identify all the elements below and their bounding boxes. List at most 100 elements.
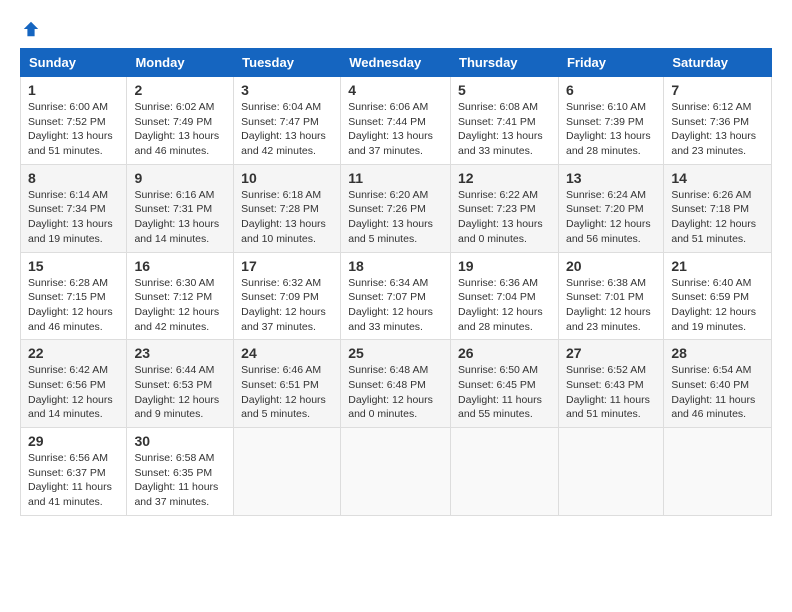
sunrise-label: Sunrise: 6:00 AM (28, 101, 108, 113)
sunset-label: Sunset: 6:45 PM (458, 379, 536, 391)
day-number: 18 (348, 258, 443, 274)
calendar-body: 1 Sunrise: 6:00 AM Sunset: 7:52 PM Dayli… (21, 77, 772, 516)
sunset-label: Sunset: 7:41 PM (458, 116, 536, 128)
calendar-cell: 22 Sunrise: 6:42 AM Sunset: 6:56 PM Dayl… (21, 340, 127, 428)
calendar-cell (451, 428, 559, 516)
logo (20, 20, 40, 38)
column-header-tuesday: Tuesday (234, 49, 341, 77)
sunset-label: Sunset: 7:31 PM (134, 203, 212, 215)
day-info: Sunrise: 6:30 AM Sunset: 7:12 PM Dayligh… (134, 276, 226, 335)
daylight-label: Daylight: 13 hours and 0 minutes. (458, 218, 543, 245)
sunrise-label: Sunrise: 6:02 AM (134, 101, 214, 113)
day-info: Sunrise: 6:50 AM Sunset: 6:45 PM Dayligh… (458, 363, 551, 422)
calendar-cell (558, 428, 663, 516)
day-number: 23 (134, 345, 226, 361)
daylight-label: Daylight: 13 hours and 28 minutes. (566, 130, 651, 157)
calendar-cell: 23 Sunrise: 6:44 AM Sunset: 6:53 PM Dayl… (127, 340, 234, 428)
day-info: Sunrise: 6:54 AM Sunset: 6:40 PM Dayligh… (671, 363, 764, 422)
sunset-label: Sunset: 7:34 PM (28, 203, 106, 215)
sunrise-label: Sunrise: 6:16 AM (134, 189, 214, 201)
column-header-sunday: Sunday (21, 49, 127, 77)
week-row-3: 15 Sunrise: 6:28 AM Sunset: 7:15 PM Dayl… (21, 252, 772, 340)
calendar-cell: 6 Sunrise: 6:10 AM Sunset: 7:39 PM Dayli… (558, 77, 663, 165)
sunset-label: Sunset: 6:40 PM (671, 379, 749, 391)
sunset-label: Sunset: 7:15 PM (28, 291, 106, 303)
sunrise-label: Sunrise: 6:06 AM (348, 101, 428, 113)
day-number: 19 (458, 258, 551, 274)
sunset-label: Sunset: 6:35 PM (134, 467, 212, 479)
calendar-cell: 2 Sunrise: 6:02 AM Sunset: 7:49 PM Dayli… (127, 77, 234, 165)
sunrise-label: Sunrise: 6:32 AM (241, 277, 321, 289)
sunset-label: Sunset: 7:39 PM (566, 116, 644, 128)
sunset-label: Sunset: 7:20 PM (566, 203, 644, 215)
daylight-label: Daylight: 12 hours and 42 minutes. (134, 306, 219, 333)
day-info: Sunrise: 6:20 AM Sunset: 7:26 PM Dayligh… (348, 188, 443, 247)
sunrise-label: Sunrise: 6:44 AM (134, 364, 214, 376)
sunrise-label: Sunrise: 6:58 AM (134, 452, 214, 464)
daylight-label: Daylight: 13 hours and 5 minutes. (348, 218, 433, 245)
calendar-cell (234, 428, 341, 516)
calendar-cell: 8 Sunrise: 6:14 AM Sunset: 7:34 PM Dayli… (21, 164, 127, 252)
day-info: Sunrise: 6:02 AM Sunset: 7:49 PM Dayligh… (134, 100, 226, 159)
sunset-label: Sunset: 6:51 PM (241, 379, 319, 391)
sunrise-label: Sunrise: 6:10 AM (566, 101, 646, 113)
day-info: Sunrise: 6:00 AM Sunset: 7:52 PM Dayligh… (28, 100, 119, 159)
calendar-cell: 3 Sunrise: 6:04 AM Sunset: 7:47 PM Dayli… (234, 77, 341, 165)
day-info: Sunrise: 6:08 AM Sunset: 7:41 PM Dayligh… (458, 100, 551, 159)
calendar-cell: 15 Sunrise: 6:28 AM Sunset: 7:15 PM Dayl… (21, 252, 127, 340)
day-info: Sunrise: 6:28 AM Sunset: 7:15 PM Dayligh… (28, 276, 119, 335)
day-number: 24 (241, 345, 333, 361)
daylight-label: Daylight: 13 hours and 42 minutes. (241, 130, 326, 157)
daylight-label: Daylight: 12 hours and 33 minutes. (348, 306, 433, 333)
day-number: 10 (241, 170, 333, 186)
calendar-cell: 29 Sunrise: 6:56 AM Sunset: 6:37 PM Dayl… (21, 428, 127, 516)
day-info: Sunrise: 6:52 AM Sunset: 6:43 PM Dayligh… (566, 363, 656, 422)
calendar-cell: 5 Sunrise: 6:08 AM Sunset: 7:41 PM Dayli… (451, 77, 559, 165)
daylight-label: Daylight: 12 hours and 0 minutes. (348, 394, 433, 421)
sunset-label: Sunset: 7:18 PM (671, 203, 749, 215)
sunrise-label: Sunrise: 6:50 AM (458, 364, 538, 376)
sunset-label: Sunset: 7:44 PM (348, 116, 426, 128)
sunrise-label: Sunrise: 6:42 AM (28, 364, 108, 376)
calendar-cell: 18 Sunrise: 6:34 AM Sunset: 7:07 PM Dayl… (341, 252, 451, 340)
sunset-label: Sunset: 6:43 PM (566, 379, 644, 391)
calendar-cell: 12 Sunrise: 6:22 AM Sunset: 7:23 PM Dayl… (451, 164, 559, 252)
day-info: Sunrise: 6:38 AM Sunset: 7:01 PM Dayligh… (566, 276, 656, 335)
sunset-label: Sunset: 7:28 PM (241, 203, 319, 215)
daylight-label: Daylight: 13 hours and 51 minutes. (28, 130, 113, 157)
calendar-cell: 11 Sunrise: 6:20 AM Sunset: 7:26 PM Dayl… (341, 164, 451, 252)
sunrise-label: Sunrise: 6:36 AM (458, 277, 538, 289)
column-header-friday: Friday (558, 49, 663, 77)
week-row-5: 29 Sunrise: 6:56 AM Sunset: 6:37 PM Dayl… (21, 428, 772, 516)
day-number: 8 (28, 170, 119, 186)
sunrise-label: Sunrise: 6:26 AM (671, 189, 751, 201)
day-info: Sunrise: 6:40 AM Sunset: 6:59 PM Dayligh… (671, 276, 764, 335)
sunset-label: Sunset: 6:37 PM (28, 467, 106, 479)
week-row-1: 1 Sunrise: 6:00 AM Sunset: 7:52 PM Dayli… (21, 77, 772, 165)
calendar-cell: 13 Sunrise: 6:24 AM Sunset: 7:20 PM Dayl… (558, 164, 663, 252)
sunset-label: Sunset: 7:26 PM (348, 203, 426, 215)
sunset-label: Sunset: 7:52 PM (28, 116, 106, 128)
day-number: 9 (134, 170, 226, 186)
day-number: 26 (458, 345, 551, 361)
day-number: 20 (566, 258, 656, 274)
sunrise-label: Sunrise: 6:20 AM (348, 189, 428, 201)
day-info: Sunrise: 6:58 AM Sunset: 6:35 PM Dayligh… (134, 451, 226, 510)
day-number: 15 (28, 258, 119, 274)
calendar-cell: 21 Sunrise: 6:40 AM Sunset: 6:59 PM Dayl… (664, 252, 772, 340)
calendar-cell: 27 Sunrise: 6:52 AM Sunset: 6:43 PM Dayl… (558, 340, 663, 428)
sunrise-label: Sunrise: 6:34 AM (348, 277, 428, 289)
daylight-label: Daylight: 12 hours and 23 minutes. (566, 306, 651, 333)
calendar-cell: 28 Sunrise: 6:54 AM Sunset: 6:40 PM Dayl… (664, 340, 772, 428)
day-number: 14 (671, 170, 764, 186)
sunrise-label: Sunrise: 6:24 AM (566, 189, 646, 201)
day-info: Sunrise: 6:18 AM Sunset: 7:28 PM Dayligh… (241, 188, 333, 247)
day-info: Sunrise: 6:42 AM Sunset: 6:56 PM Dayligh… (28, 363, 119, 422)
daylight-label: Daylight: 11 hours and 41 minutes. (28, 481, 112, 508)
daylight-label: Daylight: 13 hours and 33 minutes. (458, 130, 543, 157)
sunset-label: Sunset: 7:36 PM (671, 116, 749, 128)
calendar-cell: 4 Sunrise: 6:06 AM Sunset: 7:44 PM Dayli… (341, 77, 451, 165)
calendar-cell (664, 428, 772, 516)
sunset-label: Sunset: 7:01 PM (566, 291, 644, 303)
logo-icon (22, 20, 40, 38)
